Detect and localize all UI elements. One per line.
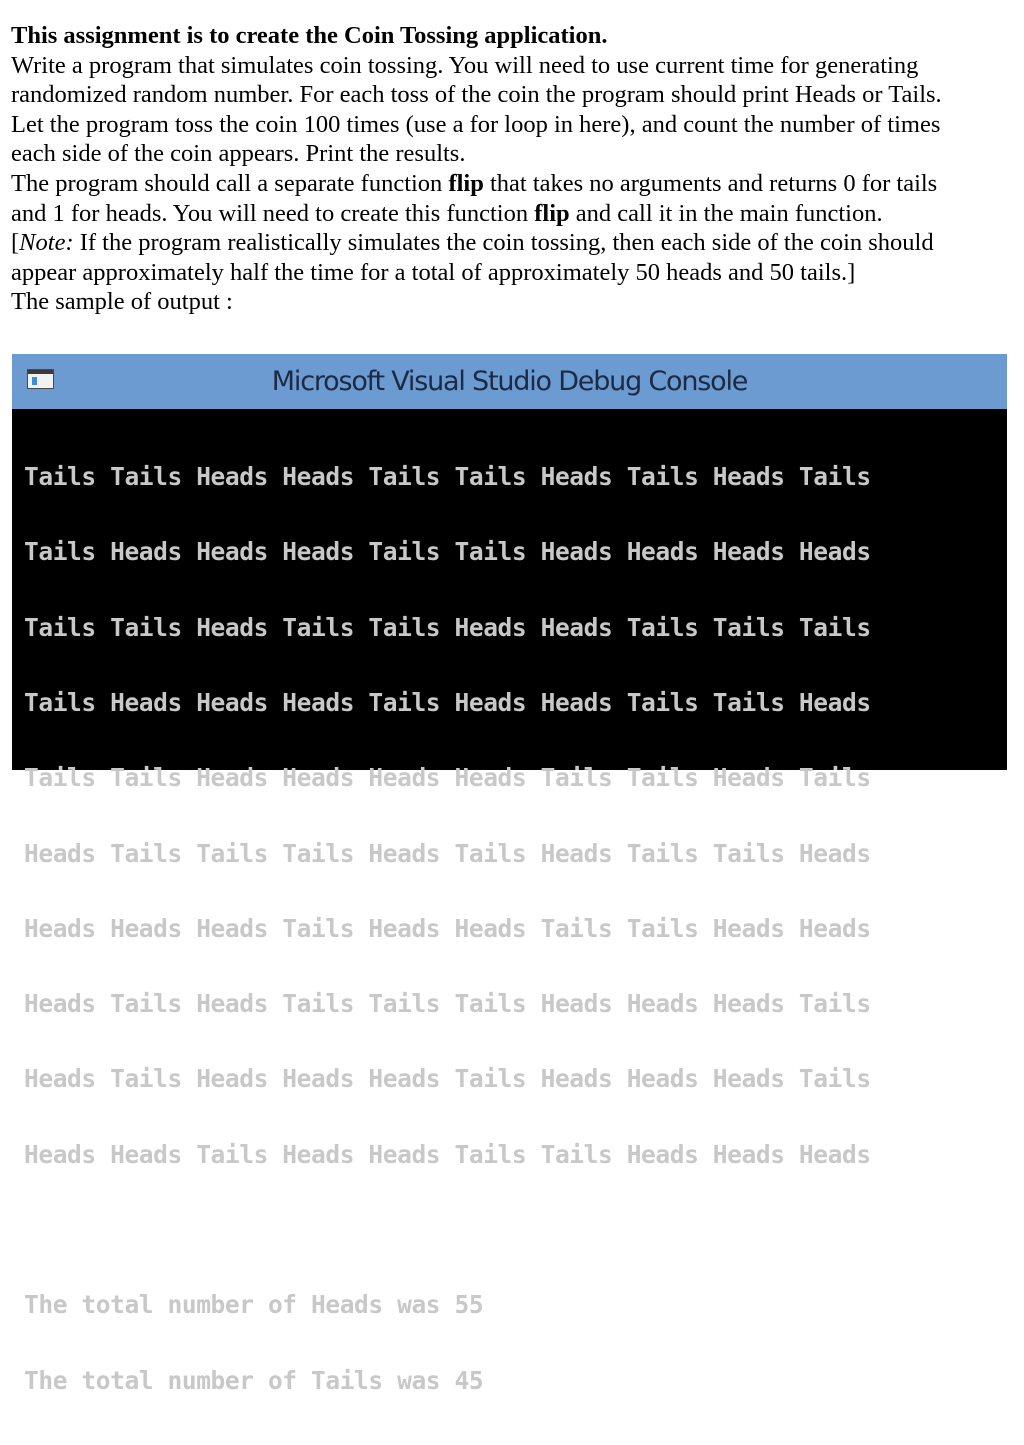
console-title-bar[interactable]: Microsoft Visual Studio Debug Console <box>12 354 1007 409</box>
assignment-document: This assignment is to create the Coin To… <box>11 21 1011 317</box>
text-run: and 1 for heads. You will need to create… <box>11 199 535 227</box>
text-run: and call it in the main function. <box>569 199 883 227</box>
paragraph-line: randomized random number. For each toss … <box>11 81 942 109</box>
text-run: If the program realistically simulates t… <box>73 229 934 257</box>
output-line: Tails Heads Heads Heads Tails Tails Head… <box>24 537 871 567</box>
output-line: Heads Tails Heads Tails Tails Tails Head… <box>24 989 871 1019</box>
paragraph-line: Write a program that simulates coin toss… <box>11 51 919 79</box>
output-line: Tails Tails Heads Heads Tails Tails Head… <box>24 462 871 492</box>
output-line: Heads Heads Tails Heads Heads Tails Tail… <box>24 1139 871 1169</box>
function-name-flip: flip <box>534 199 570 227</box>
note-label: Note: <box>19 229 74 257</box>
console-window-title: Microsoft Visual Studio Debug Console <box>271 366 749 397</box>
note-line: [Note: If the program realistically simu… <box>11 228 1011 258</box>
output-line: Heads Heads Heads Tails Heads Heads Tail… <box>24 913 871 943</box>
assignment-title: This assignment is to create the Coin To… <box>11 22 608 49</box>
console-output: Tails Tails Heads Heads Tails Tails Head… <box>24 414 871 1443</box>
text-run: [ <box>11 229 20 257</box>
function-name-flip: flip <box>448 169 484 197</box>
paragraph-line: Let the program toss the coin 100 times … <box>11 110 941 138</box>
output-line: Tails Tails Heads Heads Heads Heads Tail… <box>24 763 871 793</box>
sample-output-label: The sample of output : <box>11 288 233 316</box>
text-run: that takes no arguments and returns 0 fo… <box>483 169 938 197</box>
paragraph-line: each side of the coin appears. Print the… <box>11 140 466 168</box>
paragraph-line: and 1 for heads. You will need to create… <box>11 199 1011 229</box>
output-line: Tails Heads Heads Heads Tails Heads Head… <box>24 688 871 718</box>
note-line: appear approximately half the time for a… <box>11 258 856 286</box>
output-line: Heads Tails Tails Tails Heads Tails Head… <box>24 838 871 868</box>
total-tails-line: The total number of Tails was 45 <box>24 1365 484 1395</box>
text-run: The program should call a separate funct… <box>11 169 449 197</box>
paragraph-line: The program should call a separate funct… <box>11 169 1011 199</box>
output-line: Heads Tails Heads Heads Heads Tails Head… <box>24 1064 871 1094</box>
total-heads-line: The total number of Heads was 55 <box>24 1290 484 1320</box>
debug-console-window: Microsoft Visual Studio Debug Console Ta… <box>12 354 1007 1393</box>
output-line: Tails Tails Heads Tails Tails Heads Head… <box>24 612 871 642</box>
